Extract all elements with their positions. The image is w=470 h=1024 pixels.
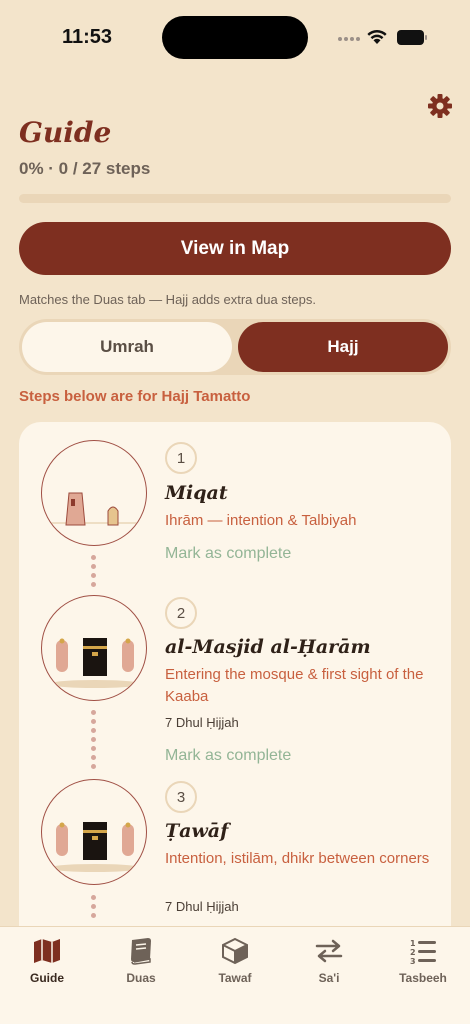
dynamic-island (162, 16, 308, 59)
mark-complete-button[interactable]: Mark as complete (165, 545, 291, 563)
gear-icon[interactable] (426, 92, 454, 120)
battery-icon (397, 30, 427, 45)
page-title: Guide (19, 116, 112, 149)
tab-bar: Guide Duas Tawaf Sa'i 1 2 3 Tasbeeh (0, 926, 470, 1024)
step-title: al-Masjid al-Ḥarām (165, 636, 371, 658)
tab-label: Tawaf (218, 971, 252, 985)
hajj-type-hint: Steps below are for Hajj Tamatto (19, 388, 251, 405)
step-description: Ihrām — intention & Talbiyah (165, 512, 357, 529)
step-date: 7 Dhul Ḥijjah (165, 715, 239, 730)
tab-label: Duas (126, 971, 156, 985)
miqat-illustration (41, 440, 147, 546)
tab-label: Tasbeeh (399, 971, 447, 985)
masjid-illustration (41, 595, 147, 701)
tawaf-illustration (41, 779, 147, 885)
step-description: Entering the mosque & first sight of the… (165, 666, 424, 705)
progress-text: 0% · 0 / 27 steps (19, 159, 151, 178)
tab-tasbeeh[interactable]: 1 2 3 Tasbeeh (376, 927, 470, 1024)
step-number: 1 (165, 442, 197, 474)
segment-umrah[interactable]: Umrah (22, 322, 232, 372)
steps-card: 1 Miqat Ihrām — intention & Talbiyah Mar… (19, 422, 451, 962)
tab-label: Sa'i (318, 971, 340, 985)
list-numbered-icon: 1 2 3 (410, 939, 436, 965)
svg-text:2: 2 (410, 948, 416, 957)
step-title: Ṭawāf (165, 820, 229, 842)
status-bar: 11:53 (0, 0, 470, 80)
signal-icon (338, 37, 360, 41)
svg-text:3: 3 (410, 957, 416, 965)
tab-label: Guide (29, 971, 64, 985)
tab-guide[interactable]: Guide (0, 927, 94, 1024)
tab-tawaf[interactable]: Tawaf (188, 927, 282, 1024)
info-note: Matches the Duas tab — Hajj adds extra d… (19, 292, 316, 307)
book-icon (131, 938, 151, 965)
step-description: Intention, istilām, dhikr between corner… (165, 850, 430, 867)
step-connector (91, 710, 97, 773)
step-connector (91, 555, 97, 591)
arrows-icon (315, 939, 343, 963)
map-icon (34, 939, 60, 963)
step-number: 2 (165, 597, 197, 629)
step-date: 7 Dhul Ḥijjah (165, 899, 239, 914)
step-number: 3 (165, 781, 197, 813)
step-connector (91, 895, 97, 922)
svg-text:1: 1 (410, 939, 416, 948)
segment-hajj[interactable]: Hajj (238, 322, 448, 372)
tab-sai[interactable]: Sa'i (282, 927, 376, 1024)
wifi-icon (367, 29, 387, 44)
status-time: 11:53 (62, 26, 113, 48)
pilgrimage-type-selector: Umrah Hajj (19, 319, 451, 375)
progress-bar (19, 194, 451, 203)
cube-icon (222, 937, 248, 965)
mark-complete-button[interactable]: Mark as complete (165, 747, 291, 765)
tab-duas[interactable]: Duas (94, 927, 188, 1024)
step-title: Miqat (165, 482, 228, 504)
view-in-map-button[interactable]: View in Map (19, 222, 451, 275)
